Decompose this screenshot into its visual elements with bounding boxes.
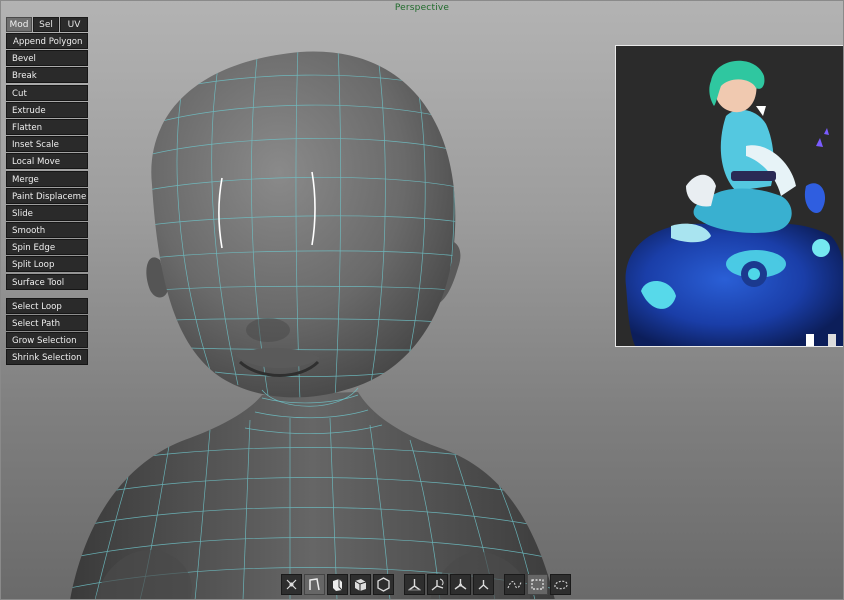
local-move-button[interactable]: Local Move: [6, 153, 88, 170]
face-mode-icon[interactable]: [327, 573, 348, 595]
paint-displacement-button[interactable]: Paint Displacement: [6, 187, 88, 204]
lasso-select-icon[interactable]: [550, 573, 571, 595]
reference-image-panel[interactable]: [615, 45, 844, 347]
screen-axis-icon[interactable]: [450, 573, 471, 595]
break-button[interactable]: Break: [6, 67, 88, 84]
selection-tools-group: Select Loop Select Path Grow Selection S…: [6, 297, 88, 366]
world-axis-icon[interactable]: [404, 573, 425, 595]
bevel-button[interactable]: Bevel: [6, 50, 88, 67]
modeling-tools-group: Append Polygon Bevel Break Cut Extrude F…: [6, 33, 88, 290]
tab-mod[interactable]: Mod: [6, 17, 32, 32]
object-mode-icon[interactable]: [373, 573, 394, 595]
modeling-toolbox: Mod Sel UV Append Polygon Bevel Break Cu…: [6, 17, 88, 366]
select-path-button[interactable]: Select Path: [6, 314, 88, 331]
viewport-title: Perspective: [394, 3, 450, 13]
transform-space-group: [404, 573, 494, 595]
grow-selection-button[interactable]: Grow Selection: [6, 332, 88, 348]
append-polygon-button[interactable]: Append Polygon: [6, 33, 88, 49]
bottom-toolbar: [281, 572, 581, 596]
reference-character-image: [616, 46, 843, 346]
smooth-button[interactable]: Smooth: [6, 222, 88, 239]
surface-tool-button[interactable]: Surface Tool: [6, 273, 88, 290]
normal-axis-icon[interactable]: [473, 573, 494, 595]
extrude-button[interactable]: Extrude: [6, 101, 88, 118]
tab-uv[interactable]: UV: [60, 17, 88, 32]
perspective-viewport[interactable]: Perspective Mod Sel UV Append Polygon Be…: [0, 0, 844, 600]
split-loop-button[interactable]: Split Loop: [6, 256, 88, 273]
shrink-selection-button[interactable]: Shrink Selection: [6, 349, 88, 366]
mode-tabs: Mod Sel UV: [6, 17, 88, 32]
object-face-mode-icon[interactable]: [350, 573, 371, 595]
flatten-button[interactable]: Flatten: [6, 118, 88, 135]
edge-mode-icon[interactable]: [304, 573, 325, 595]
tab-sel[interactable]: Sel: [33, 17, 59, 32]
selection-shape-group: [504, 573, 571, 595]
local-axis-icon[interactable]: [427, 573, 448, 595]
inset-scale-button[interactable]: Inset Scale: [6, 136, 88, 153]
vertex-mode-icon[interactable]: [281, 573, 302, 595]
spin-edge-button[interactable]: Spin Edge: [6, 239, 88, 256]
box-select-icon[interactable]: [527, 573, 548, 595]
select-loop-button[interactable]: Select Loop: [6, 297, 88, 314]
cut-button[interactable]: Cut: [6, 84, 88, 101]
slide-button[interactable]: Slide: [6, 204, 88, 221]
curve-icon[interactable]: [504, 573, 525, 595]
merge-button[interactable]: Merge: [6, 170, 88, 187]
select-mode-group: [281, 573, 394, 595]
